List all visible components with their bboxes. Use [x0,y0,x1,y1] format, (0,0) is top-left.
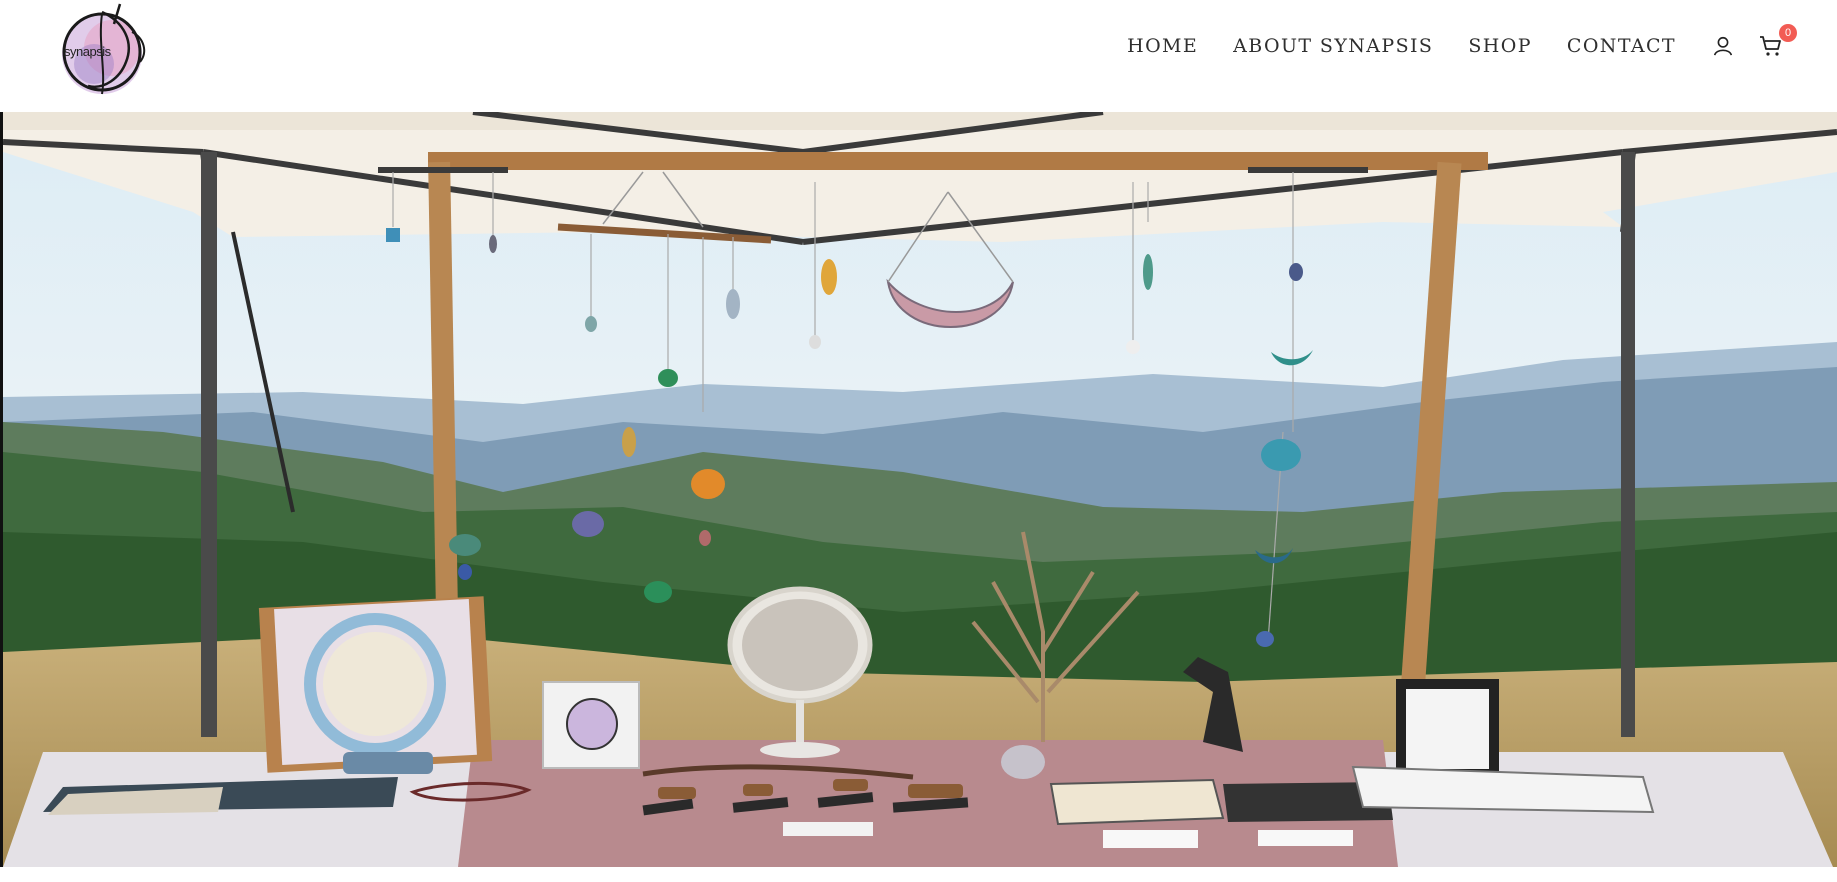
nav-about[interactable]: ABOUT SYNAPSIS [1233,35,1433,57]
hero-image [3,112,1837,867]
nav-contact[interactable]: CONTACT [1567,35,1676,57]
logo-text: synapsis [64,44,111,59]
market-stall-photo [3,112,1837,867]
page-bottom-margin [0,867,1837,882]
nav-shop[interactable]: SHOP [1468,35,1532,57]
cart-count-badge: 0 [1779,24,1797,42]
account-button[interactable] [1711,34,1735,58]
nav-home[interactable]: HOME [1127,35,1198,57]
cart-button[interactable]: 0 [1759,24,1797,58]
main-nav: HOME ABOUT SYNAPSIS SHOP CONTACT 0 [1127,24,1837,62]
site-logo[interactable]: synapsis [54,2,154,102]
user-icon [1713,36,1733,56]
site-header: synapsis HOME ABOUT SYNAPSIS SHOP CONTAC… [0,0,1837,112]
